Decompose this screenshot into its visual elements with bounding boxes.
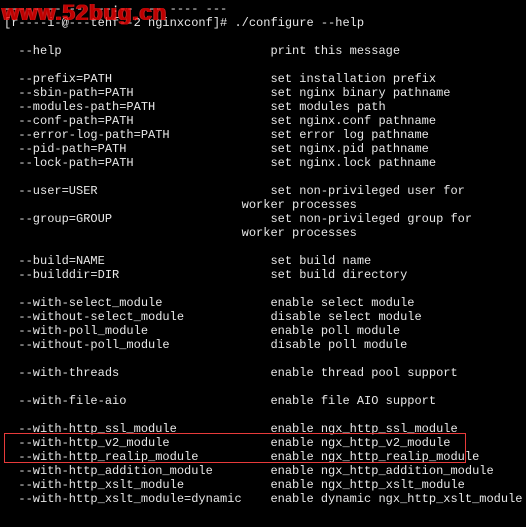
terminal-output: ----- -- -- --:-- -- ---- --- [r----i-@-… [0, 0, 526, 510]
